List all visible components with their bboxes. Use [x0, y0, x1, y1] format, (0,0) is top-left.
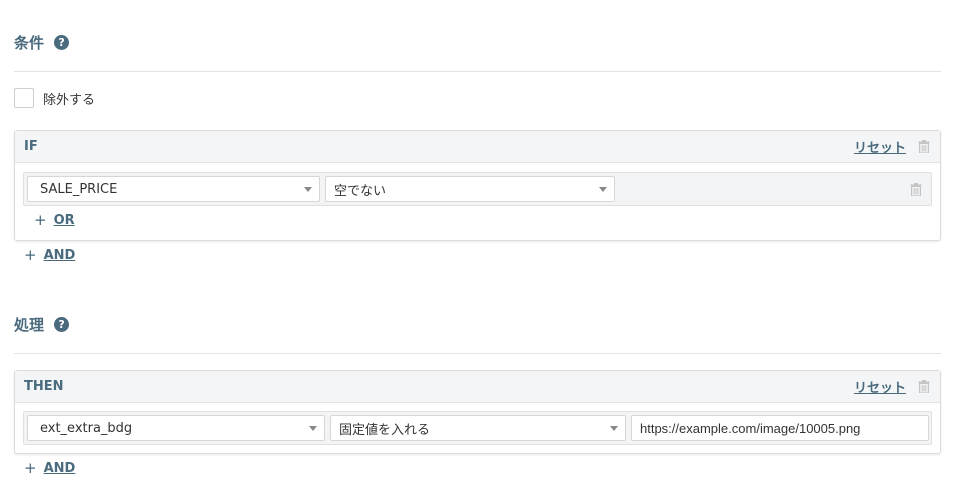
conditions-title-text: 条件: [14, 34, 45, 52]
plus-icon: +: [34, 211, 47, 229]
then-value-text: https://example.com/image/10005.png: [640, 420, 861, 436]
conditions-title: 条件 ?: [14, 32, 70, 53]
then-panel-actions: リセット: [854, 377, 930, 396]
question-circle-icon[interactable]: ?: [54, 317, 70, 332]
exclude-label: 除外する: [43, 92, 96, 108]
processing-divider: [14, 353, 941, 354]
then-value-input[interactable]: https://example.com/image/10005.png: [631, 415, 929, 441]
if-operator-select[interactable]: 空でない: [325, 176, 615, 202]
then-action-select[interactable]: 固定値を入れる: [330, 415, 626, 441]
caret-down-icon: [599, 187, 607, 192]
add-or-link[interactable]: + OR: [34, 211, 75, 229]
if-condition-row: SALE_PRICE 空でない: [23, 172, 932, 206]
add-and-action-link[interactable]: + AND: [24, 459, 76, 477]
exclude-checkbox[interactable]: [14, 88, 34, 108]
add-and-action-label[interactable]: AND: [44, 461, 76, 476]
trash-icon[interactable]: [910, 183, 922, 196]
then-reset-link[interactable]: リセット: [854, 377, 906, 396]
add-or-label[interactable]: OR: [54, 213, 75, 228]
plus-icon: +: [24, 459, 37, 477]
then-panel-title: THEN: [24, 379, 64, 394]
caret-down-icon: [304, 187, 312, 192]
plus-icon: +: [24, 246, 37, 264]
then-panel-header: THEN リセット: [15, 371, 940, 403]
trash-icon[interactable]: [918, 380, 930, 393]
if-panel: IF リセット SALE_PRICE 空でない + OR: [14, 130, 941, 241]
add-and-condition-label[interactable]: AND: [44, 248, 76, 263]
if-field-value: SALE_PRICE: [40, 181, 118, 197]
then-action-value: 固定値を入れる: [339, 422, 431, 438]
then-field-select[interactable]: ext_extra_bdg: [27, 415, 325, 441]
processing-title-text: 処理: [14, 316, 45, 334]
if-reset-link[interactable]: リセット: [854, 137, 906, 156]
then-field-value: ext_extra_bdg: [40, 420, 133, 436]
then-panel: THEN リセット ext_extra_bdg 固定値を入れる https://…: [14, 370, 941, 454]
add-and-condition-link[interactable]: + AND: [24, 246, 76, 264]
if-field-select[interactable]: SALE_PRICE: [27, 176, 320, 202]
if-operator-value: 空でない: [334, 183, 387, 199]
if-panel-title: IF: [24, 139, 38, 154]
conditions-divider: [14, 71, 941, 72]
processing-title: 処理 ?: [14, 314, 70, 335]
trash-icon[interactable]: [918, 140, 930, 153]
question-circle-icon[interactable]: ?: [54, 35, 70, 50]
caret-down-icon: [309, 426, 317, 431]
if-panel-actions: リセット: [854, 137, 930, 156]
caret-down-icon: [610, 426, 618, 431]
then-action-row: ext_extra_bdg 固定値を入れる https://example.co…: [23, 411, 932, 445]
exclude-checkbox-row[interactable]: 除外する: [14, 88, 95, 108]
if-panel-header: IF リセット: [15, 131, 940, 163]
